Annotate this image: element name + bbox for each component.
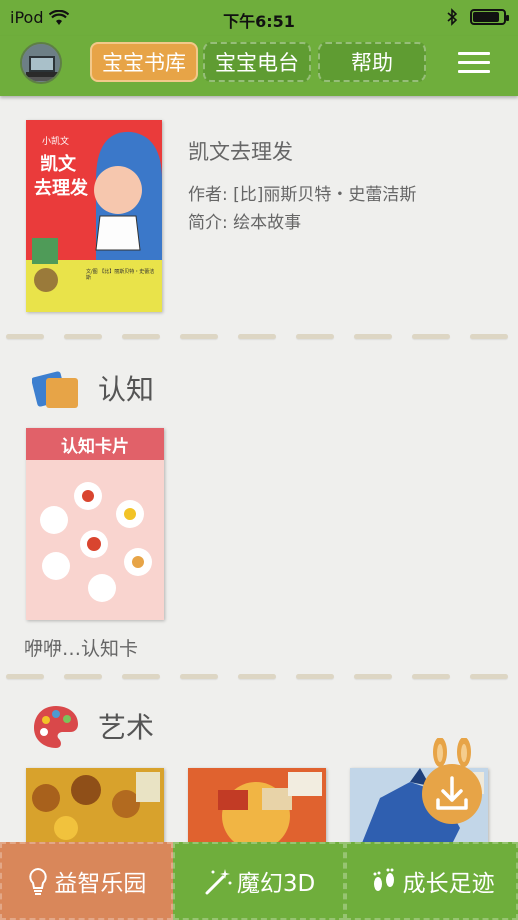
status-bar: iPod 下午6:51 — [0, 0, 518, 36]
bottom-nav-growth-footprints[interactable]: 成长足迹 — [345, 842, 518, 920]
footprints-icon — [373, 868, 394, 891]
hamburger-menu-icon[interactable] — [458, 52, 490, 74]
featured-book-author: 作者: [比]丽斯贝特・史蕾洁斯 — [188, 185, 417, 205]
status-time: 下午6:51 — [223, 12, 295, 31]
lightbulb-icon — [29, 867, 48, 895]
cognition-card-cover-title: 认知卡片 — [61, 437, 129, 457]
featured-cover-title-line2: 去理发 — [34, 178, 88, 199]
book-cover-art-2[interactable] — [188, 768, 326, 848]
avatar[interactable] — [20, 42, 62, 84]
palette-icon — [34, 706, 78, 748]
featured-book-title[interactable]: 凯文去理发 — [188, 136, 293, 166]
tab-baby-radio[interactable]: 宝宝电台 — [203, 42, 311, 82]
bottom-nav-magic-3d[interactable]: 魔幻3D — [172, 842, 346, 920]
featured-cover-credit: 文/图 【比】丽斯贝特・史蕾洁斯 — [86, 269, 155, 281]
book-caption-cognition-cards: 咿咿…认知卡 — [24, 638, 139, 660]
cards-icon — [32, 371, 78, 408]
section-title-art: 艺术 — [98, 711, 155, 744]
featured-book-cover[interactable]: 小凯文 凯文 去理发 文/图 【比】丽斯贝特・史蕾洁斯 — [26, 120, 162, 312]
tab-baby-library[interactable]: 宝宝书库 — [90, 42, 198, 82]
featured-cover-series: 小凯文 — [42, 137, 70, 147]
tab-help[interactable]: 帮助 — [318, 42, 426, 82]
section-title-cognition: 认知 — [98, 373, 155, 406]
bottom-nav-bar: 益智乐园 魔幻3D 成长足迹 — [0, 842, 518, 920]
top-nav-bar: 宝宝书库 宝宝电台 帮助 — [0, 36, 518, 96]
bottom-nav-puzzle-park[interactable]: 益智乐园 — [0, 842, 173, 920]
battery-icon — [470, 9, 509, 25]
featured-book-summary: 简介: 绘本故事 — [188, 213, 302, 233]
download-button[interactable] — [420, 738, 484, 828]
featured-cover-title-line1: 凯文 — [40, 154, 76, 175]
book-cover-art-1[interactable] — [26, 768, 164, 848]
divider — [0, 332, 518, 342]
bluetooth-icon — [447, 8, 458, 26]
divider — [0, 672, 518, 682]
magic-wand-icon — [205, 869, 232, 895]
book-cover-cognition-cards[interactable]: 认知卡片 — [26, 428, 164, 620]
